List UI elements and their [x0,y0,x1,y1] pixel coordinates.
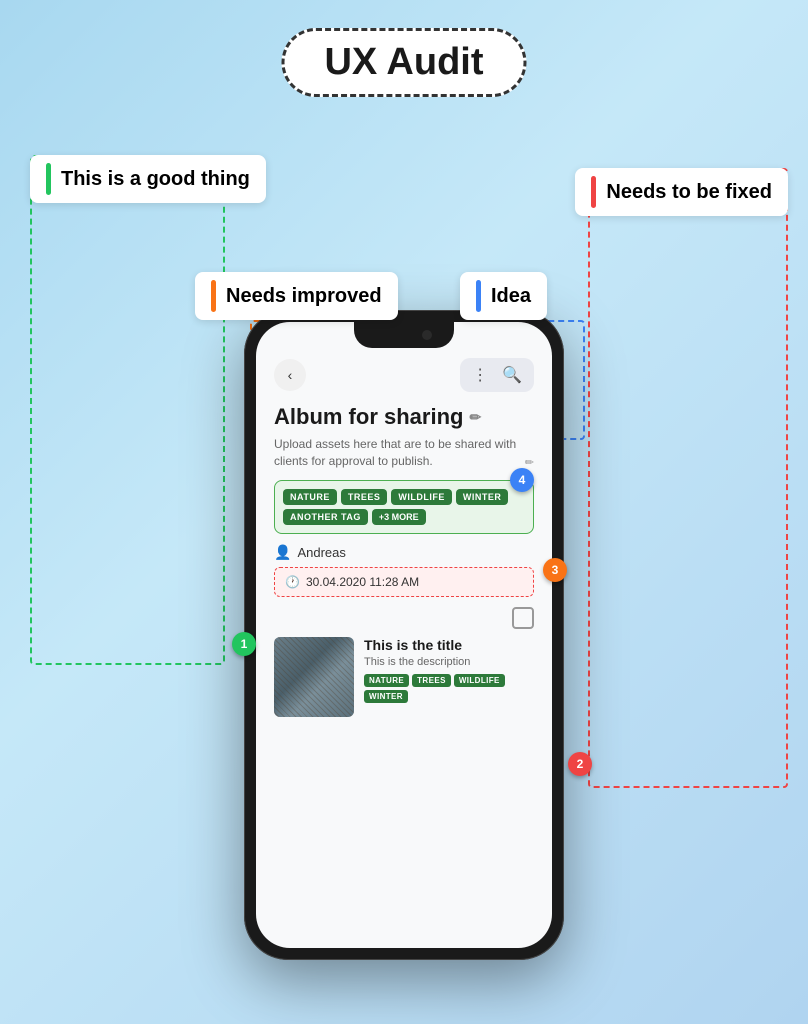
user-icon: 👤 [274,544,291,561]
user-row: 👤 Andreas [274,544,534,561]
album-title: Album for sharing ✏ [274,404,534,430]
phone-header: ‹ ⋮ 🔍 [274,358,534,392]
annotation-improve: Needs improved [195,272,398,320]
date-text: 30.04.2020 11:28 AM [306,575,419,589]
back-button[interactable]: ‹ [274,359,306,391]
camera-icon [422,330,432,340]
annotation-good: This is a good thing [30,155,266,203]
phone-content: ‹ ⋮ 🔍 Album for sharing ✏ Upload assets … [256,322,552,948]
tags-container: NATURE TREES WILDLIFE WINTER ANOTHER TAG… [274,480,534,534]
media-info: This is the title This is the descriptio… [364,637,534,703]
badge-4: 4 [510,468,534,492]
checkbox-row [274,607,534,629]
tag-nature[interactable]: NATURE [283,489,337,505]
media-tag-trees[interactable]: TREES [412,674,451,687]
select-checkbox[interactable] [512,607,534,629]
phone-screen: ‹ ⋮ 🔍 Album for sharing ✏ Upload assets … [256,322,552,948]
title-text: UX Audit [324,41,483,83]
user-name: Andreas [297,545,345,560]
page-title: UX Audit [281,28,526,97]
date-row: 🕐 30.04.2020 11:28 AM [274,567,534,597]
more-icon[interactable]: ⋮ [468,363,492,387]
badge-3: 3 [543,558,567,582]
media-title: This is the title [364,637,534,653]
media-desc: This is the description [364,656,534,668]
album-description: Upload assets here that are to be shared… [274,436,534,470]
annotation-good-text: This is a good thing [61,168,250,191]
tags-row: NATURE TREES WILDLIFE WINTER ANOTHER TAG… [283,489,525,525]
annotation-improve-text: Needs improved [226,285,382,308]
phone-notch [354,322,454,348]
media-item: This is the title This is the descriptio… [274,637,534,717]
tag-wildlife[interactable]: WILDLIFE [391,489,452,505]
tag-more[interactable]: +3 MORE [372,509,426,525]
annotation-fix-text: Needs to be fixed [606,181,772,204]
tag-winter[interactable]: WINTER [456,489,509,505]
tag-trees[interactable]: TREES [341,489,388,505]
thumbnail-image [274,637,354,717]
media-tag-winter[interactable]: WINTER [364,690,408,703]
media-thumbnail [274,637,354,717]
media-tag-nature[interactable]: NATURE [364,674,409,687]
phone-mockup: ‹ ⋮ 🔍 Album for sharing ✏ Upload assets … [244,310,564,960]
search-icon[interactable]: 🔍 [498,363,526,387]
annotation-idea-text: Idea [491,285,531,308]
badge-1: 1 [232,632,256,656]
annotation-fix: Needs to be fixed [575,168,788,216]
header-actions: ⋮ 🔍 [460,358,534,392]
good-dashed-border [30,155,225,665]
fix-dashed-border [588,168,788,788]
media-tag-wildlife[interactable]: WILDLIFE [454,674,505,687]
clock-icon: 🕐 [285,575,300,589]
badge-2: 2 [568,752,592,776]
tag-another[interactable]: ANOTHER TAG [283,509,368,525]
media-tags: NATURE TREES WILDLIFE WINTER [364,674,534,703]
phone-outer: ‹ ⋮ 🔍 Album for sharing ✏ Upload assets … [244,310,564,960]
edit-pencil-icon[interactable]: ✏ [469,409,481,426]
annotation-idea: Idea [460,272,547,320]
